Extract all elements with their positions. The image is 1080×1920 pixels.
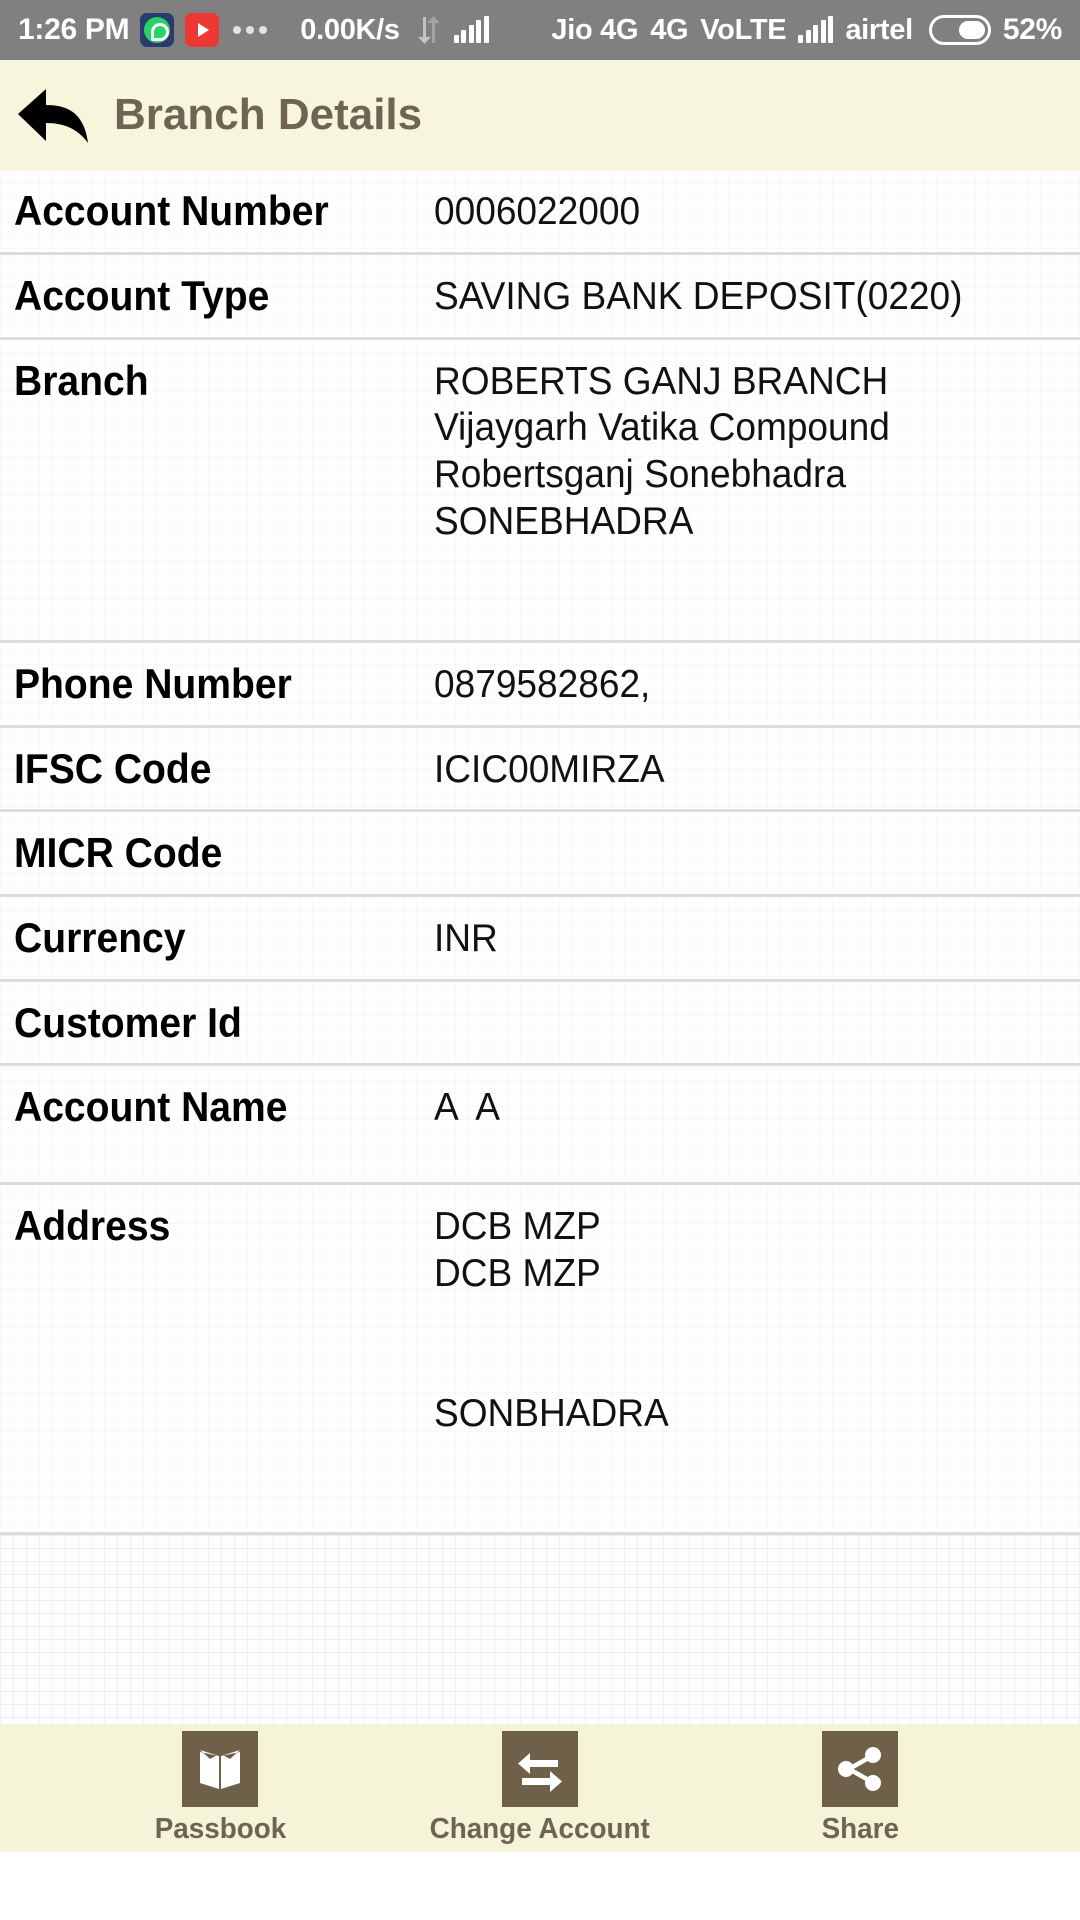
detail-row-value: SAVING BANK DEPOSIT(0220) bbox=[434, 271, 1048, 321]
detail-value-line: Vijaygarh Vatika Compound bbox=[434, 406, 890, 450]
detail-value-line bbox=[434, 1298, 1048, 1345]
detail-value-line: ROBERTS GANJ BRANCH bbox=[434, 359, 889, 403]
nav-label-passbook: Passbook bbox=[154, 1812, 286, 1845]
youtube-icon bbox=[185, 13, 220, 47]
detail-row-value: INR bbox=[434, 913, 1048, 963]
detail-row-label: Customer Id bbox=[14, 998, 242, 1046]
detail-value-line: ICIC00MIRZA bbox=[434, 747, 665, 791]
detail-row-label: Account Number bbox=[14, 187, 329, 234]
detail-row: Currency INR bbox=[0, 896, 1080, 982]
detail-row-label: Currency bbox=[14, 913, 186, 961]
volte-label: VoLTE bbox=[700, 13, 787, 46]
detail-value-line: DCB MZP bbox=[434, 1251, 601, 1295]
sim1-carrier-label: Jio 4G bbox=[551, 13, 639, 46]
detail-row-label: Account Type bbox=[14, 271, 270, 319]
detail-value-line: SONEBHADRA bbox=[434, 499, 694, 543]
detail-row: Address DCB MZP DCB MZP SONBHADRA bbox=[0, 1185, 1080, 1536]
detail-row-label: Branch bbox=[14, 356, 149, 404]
nav-item-change-account[interactable]: Change Account bbox=[425, 1730, 655, 1846]
detail-row-value: 0879582862, bbox=[434, 659, 1048, 709]
nav-label-change-account: Change Account bbox=[429, 1812, 651, 1845]
nav-item-passbook[interactable]: Passbook bbox=[105, 1730, 335, 1846]
battery-percent: 52% bbox=[1002, 13, 1062, 46]
detail-row-label: Address bbox=[14, 1202, 171, 1250]
status-bar-left: 1:26 PM 0.00K/s bbox=[18, 13, 489, 47]
bottom-navigation-bar: Passbook Change Account Share bbox=[0, 1724, 1080, 1852]
detail-row-label: Account Name bbox=[14, 1083, 288, 1131]
detail-row: IFSC Code ICIC00MIRZA bbox=[0, 727, 1080, 813]
detail-value-line: 0006022000 bbox=[434, 190, 641, 233]
detail-row-label: IFSC Code bbox=[14, 744, 212, 792]
nav-item-share[interactable]: Share bbox=[745, 1730, 975, 1846]
detail-value-line: 0879582862, bbox=[434, 662, 651, 706]
detail-row-value: A A bbox=[434, 1082, 1048, 1166]
details-list: Account Number 0006022000 Account Type SAVI… bbox=[0, 170, 1080, 1536]
sim2-carrier-label: airtel bbox=[845, 13, 913, 46]
battery-icon bbox=[928, 15, 991, 45]
detail-value-line: INR bbox=[434, 916, 498, 960]
share-nodes-icon bbox=[822, 1730, 898, 1807]
detail-row-value bbox=[434, 998, 1048, 1001]
back-arrow-icon[interactable] bbox=[14, 84, 92, 146]
detail-row: Phone Number 0879582862, bbox=[0, 642, 1080, 728]
detail-row-value: DCB MZP DCB MZP SONBHADRA bbox=[434, 1201, 1048, 1516]
detail-row: Account Number 0006022000 bbox=[0, 170, 1080, 255]
status-bar: 1:26 PM 0.00K/s Jio 4G 4G VoLTE airtel 5… bbox=[0, 0, 1080, 60]
detail-row: Account Type SAVING BANK DEPOSIT(0220) bbox=[0, 254, 1080, 340]
detail-row: Customer Id bbox=[0, 981, 1080, 1067]
data-transfer-icon bbox=[415, 15, 443, 45]
detail-value-line bbox=[434, 1344, 1048, 1391]
detail-row-value bbox=[434, 828, 1048, 831]
sim1-signal-bars-icon bbox=[453, 16, 489, 43]
nav-label-share: Share bbox=[821, 1812, 899, 1845]
detail-row-label: MICR Code bbox=[14, 829, 223, 877]
network-type-label: 4G bbox=[650, 13, 689, 46]
value-trailing-gap bbox=[434, 546, 1048, 624]
detail-value-line: Robertsganj Sonebhadra bbox=[434, 453, 846, 497]
network-speed: 0.00K/s bbox=[300, 13, 400, 46]
whatsapp-icon bbox=[140, 13, 175, 47]
app-header: Branch Details bbox=[0, 60, 1080, 170]
detail-value-line: A A bbox=[434, 1086, 500, 1130]
detail-value-line: SONBHADRA bbox=[434, 1392, 669, 1436]
passbook-book-icon bbox=[182, 1730, 258, 1807]
sim2-signal-bars-icon bbox=[798, 16, 834, 43]
detail-value-line: SAVING BANK DEPOSIT(0220) bbox=[434, 274, 963, 318]
swap-arrows-icon bbox=[502, 1730, 578, 1807]
detail-row-value: ROBERTS GANJ BRANCH Vijaygarh Vatika Comp… bbox=[434, 356, 1048, 624]
detail-row-value: ICIC00MIRZA bbox=[434, 744, 1048, 794]
page-title: Branch Details bbox=[114, 90, 423, 139]
detail-row: Branch ROBERTS GANJ BRANCH Vijaygarh Vatik… bbox=[0, 339, 1080, 643]
detail-row: MICR Code bbox=[0, 812, 1080, 897]
status-bar-right: Jio 4G 4G VoLTE airtel 52% bbox=[551, 13, 1062, 47]
detail-value-line: DCB MZP bbox=[434, 1205, 601, 1249]
detail-row-label: Phone Number bbox=[14, 659, 292, 707]
detail-row-value: 0006022000 bbox=[434, 186, 1048, 236]
overflow-dots-icon bbox=[233, 26, 268, 34]
detail-row: Account Name A A bbox=[0, 1066, 1080, 1186]
branch-details-content: Account Number 0006022000 Account Type SAVI… bbox=[0, 170, 1080, 1852]
status-time: 1:26 PM bbox=[18, 13, 130, 46]
value-trailing-gap bbox=[434, 1132, 1048, 1166]
value-trailing-gap bbox=[434, 1438, 1048, 1516]
